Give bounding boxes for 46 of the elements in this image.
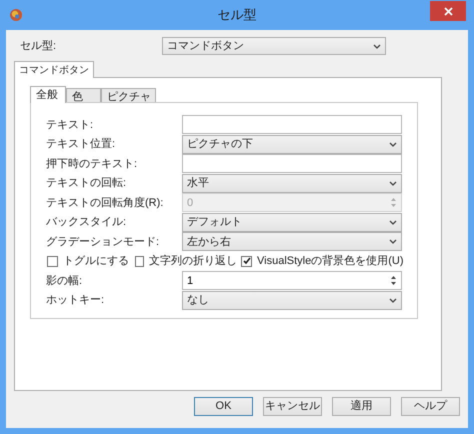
checkbox-label: VisualStyleの背景色を使用(U): [257, 254, 404, 269]
dialog-button[interactable]: ヘルプ: [401, 397, 460, 416]
tab[interactable]: 色: [66, 88, 101, 102]
checkbox-label: トグルにする: [63, 254, 129, 269]
window-title: セル型: [218, 6, 256, 24]
dropdown[interactable]: ピクチャの下: [182, 134, 402, 154]
chevron-down-icon: [389, 180, 397, 186]
field-label: 影の幅:: [46, 274, 84, 288]
field-label: ホットキー:: [46, 293, 106, 308]
checkbox[interactable]: [47, 256, 58, 267]
checkmark-icon: [242, 257, 250, 266]
dropdown[interactable]: なし: [182, 290, 402, 310]
dropdown[interactable]: デフォルト: [182, 212, 402, 232]
checkbox[interactable]: [241, 256, 252, 267]
field-label: テキスト:: [46, 118, 94, 132]
spinner-field[interactable]: 1: [182, 271, 402, 290]
spinner-arrows-icon: [390, 197, 397, 208]
tab[interactable]: ピクチャ: [101, 88, 156, 102]
checkbox-label: 文字列の折り返し: [149, 254, 237, 269]
app-icon: [9, 8, 23, 22]
dialog-button[interactable]: キャンセル: [263, 397, 322, 416]
chevron-down-icon: [389, 298, 397, 303]
chevron-down-icon: [389, 142, 397, 147]
dropdown[interactable]: コマンドボタン: [162, 37, 386, 55]
dialog-button[interactable]: 適用: [332, 397, 391, 416]
tab[interactable]: 全般: [30, 86, 66, 103]
chevron-down-icon: [389, 239, 397, 244]
dialog-button[interactable]: OK: [194, 397, 253, 416]
field-label: 押下時のテキスト:: [46, 156, 138, 172]
close-button[interactable]: [430, 1, 466, 21]
field-label: テキストの回転角度(R):: [46, 196, 164, 210]
field-label: セル型:: [19, 38, 58, 54]
dropdown[interactable]: 左から右: [182, 232, 402, 252]
text-field[interactable]: [182, 115, 402, 134]
close-icon: [444, 6, 452, 16]
tab[interactable]: コマンドボタン: [14, 61, 94, 78]
field-label: バックスタイル:: [46, 215, 128, 230]
field-label: テキストの回転:: [46, 176, 128, 191]
chevron-down-icon: [373, 44, 381, 48]
text-field[interactable]: [182, 154, 402, 174]
field-label: グラデーションモード:: [46, 234, 160, 250]
spinner-arrows-icon: [390, 275, 397, 286]
chevron-down-icon: [389, 220, 397, 225]
dropdown[interactable]: 水平: [182, 174, 402, 193]
field-label: テキスト位置:: [46, 137, 116, 152]
checkbox[interactable]: [135, 256, 144, 267]
